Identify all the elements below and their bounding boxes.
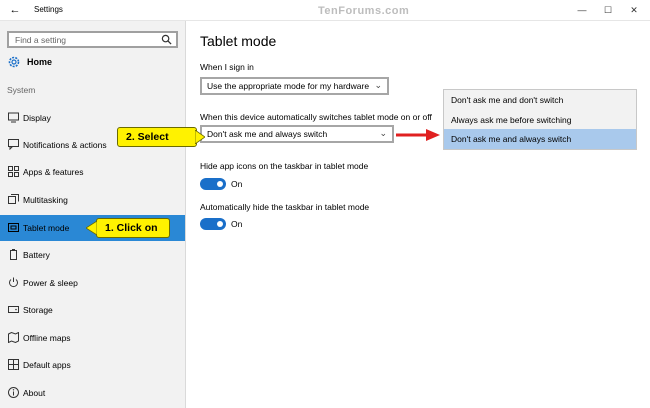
search-icon — [161, 34, 172, 45]
watermark: TenForums.com — [318, 5, 410, 17]
main-panel: Tablet mode When I sign in Use the appro… — [186, 21, 650, 408]
title-bar: ← Settings TenForums.com — ☐ ✕ — [0, 0, 650, 21]
maximize-button[interactable]: ☐ — [598, 3, 618, 17]
select-callout: 2. Select — [117, 127, 197, 147]
switch-behavior-select[interactable]: Don't ask me and always switch ⌄ — [200, 125, 394, 143]
sidebar-item-label: Battery — [23, 250, 50, 260]
sidebar-item-label: Default apps — [23, 360, 71, 370]
sidebar-item-power-sleep[interactable]: Power & sleep — [0, 270, 185, 296]
back-arrow-icon[interactable]: ← — [8, 3, 22, 17]
system-group-label: System — [7, 85, 36, 95]
hide-icons-label: Hide app icons on the taskbar in tablet … — [200, 161, 369, 171]
hide-taskbar-label: Automatically hide the taskbar in tablet… — [200, 202, 370, 212]
home-label: Home — [27, 57, 53, 67]
sidebar-item-default-apps[interactable]: Default apps — [0, 352, 185, 378]
chevron-down-icon: ⌄ — [379, 128, 387, 138]
dropdown-option[interactable]: Always ask me before switching — [444, 110, 636, 130]
sidebar-item-label: Apps & features — [23, 167, 84, 177]
callout-pointer-icon — [195, 130, 205, 144]
search-input[interactable]: Find a setting — [7, 31, 178, 48]
signin-mode-value: Use the appropriate mode for my hardware — [207, 81, 370, 91]
sidebar-item-label: Power & sleep — [23, 278, 78, 288]
sidebar-item-about[interactable]: About — [0, 380, 185, 406]
info-icon — [8, 387, 19, 398]
display-icon — [8, 112, 19, 123]
dropdown-option[interactable]: Don't ask me and don't switch — [444, 90, 636, 110]
gear-icon — [8, 56, 20, 68]
apps-icon — [8, 166, 19, 177]
sidebar-item-label: Multitasking — [23, 195, 68, 205]
sidebar-item-label: Notifications & actions — [23, 140, 107, 150]
hide-icons-state: On — [231, 179, 243, 189]
sidebar-item-label: Tablet mode — [23, 223, 70, 233]
maps-icon — [8, 332, 19, 343]
storage-icon — [8, 306, 19, 313]
pointer-arrow-icon — [396, 129, 440, 141]
sidebar-item-offline-maps[interactable]: Offline maps — [0, 325, 185, 351]
hide-taskbar-state: On — [231, 219, 243, 229]
tablet-icon — [8, 223, 19, 232]
sidebar-item-battery[interactable]: Battery — [0, 242, 185, 268]
hide-taskbar-toggle[interactable] — [200, 218, 226, 230]
switch-behavior-value: Don't ask me and always switch — [207, 129, 328, 139]
window-title: Settings — [34, 5, 63, 14]
sidebar-item-label: Display — [23, 113, 51, 123]
signin-label: When I sign in — [200, 62, 254, 72]
multitasking-icon — [8, 194, 19, 204]
battery-icon — [10, 249, 17, 260]
chevron-down-icon: ⌄ — [374, 80, 382, 90]
hide-icons-toggle[interactable] — [200, 178, 226, 190]
sidebar-item-label: Offline maps — [23, 333, 71, 343]
sidebar-item-label: Storage — [23, 305, 53, 315]
page-title: Tablet mode — [200, 33, 277, 49]
sidebar-item-label: About — [23, 388, 46, 398]
click-callout: 1. Click on — [96, 218, 170, 238]
power-icon — [9, 277, 18, 288]
close-button[interactable]: ✕ — [624, 3, 644, 17]
signin-mode-select[interactable]: Use the appropriate mode for my hardware… — [200, 77, 389, 95]
sidebar-item-apps[interactable]: Apps & features — [0, 159, 185, 185]
switch-behavior-dropdown: Don't ask me and don't switch Always ask… — [443, 89, 637, 150]
sidebar: Find a setting Home System Display Notif… — [0, 21, 186, 408]
search-placeholder: Find a setting — [15, 35, 67, 45]
callout-pointer-icon — [86, 221, 97, 235]
minimize-button[interactable]: — — [572, 3, 592, 17]
sidebar-item-storage[interactable]: Storage — [0, 297, 185, 323]
switch-label: When this device automatically switches … — [200, 112, 432, 122]
default-apps-icon — [8, 359, 19, 370]
notifications-icon — [8, 139, 19, 150]
sidebar-item-multitasking[interactable]: Multitasking — [0, 187, 185, 213]
dropdown-option-selected[interactable]: Don't ask me and always switch — [444, 129, 636, 149]
toggle-knob — [217, 221, 223, 227]
toggle-knob — [217, 181, 223, 187]
